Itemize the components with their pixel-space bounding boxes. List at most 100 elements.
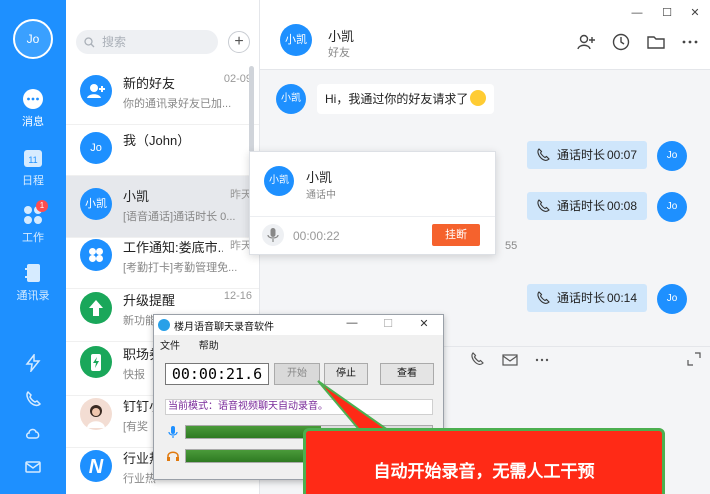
microphone-icon bbox=[168, 426, 178, 438]
message-text: Hi，我通过你的好友请求了 bbox=[325, 92, 469, 106]
popup-divider bbox=[250, 216, 495, 217]
stop-button[interactable]: 停止 bbox=[324, 363, 368, 385]
maximize-icon[interactable]: ☐ bbox=[660, 6, 674, 20]
rail-item-calendar[interactable]: 11 日程 bbox=[0, 147, 66, 188]
rail-item-label: 消息 bbox=[22, 116, 44, 128]
conversation-preview: 你的通讯录好友已加... bbox=[123, 98, 232, 110]
maximize-icon[interactable]: ☐ bbox=[380, 317, 396, 330]
timestamp-fragment: 55 bbox=[505, 240, 518, 252]
conversation-name: 小凯 bbox=[123, 189, 150, 204]
clover-icon bbox=[80, 239, 112, 271]
contacts-icon bbox=[25, 264, 40, 282]
my-avatar: Jo bbox=[657, 192, 687, 222]
call-record[interactable]: 通话时长 00:14 bbox=[527, 284, 647, 312]
rail-item-messages[interactable]: 消息 bbox=[0, 88, 66, 129]
left-rail: Jo 消息 11 日程 1 工作 通讯录 bbox=[0, 0, 66, 494]
search-icon bbox=[84, 37, 95, 48]
contact-avatar[interactable]: 小凯 bbox=[276, 84, 306, 114]
phone-icon bbox=[537, 291, 550, 304]
my-avatar: Jo bbox=[657, 141, 687, 171]
lightning-icon[interactable] bbox=[24, 354, 42, 372]
add-contact-icon bbox=[80, 75, 112, 107]
callout-banner: 自动开始录音，无需人工干预 bbox=[303, 428, 665, 494]
user-avatar[interactable]: Jo bbox=[13, 19, 53, 59]
menu-help[interactable]: 帮助 bbox=[199, 341, 219, 352]
conversation-item[interactable]: 新的好友 你的通讯录好友已加... 02-09 bbox=[66, 63, 259, 125]
caller-name: 小凯 bbox=[306, 170, 333, 185]
menu-file[interactable]: 文件 bbox=[160, 341, 180, 352]
phone-icon bbox=[537, 148, 550, 161]
call-record[interactable]: 通话时长 00:07 bbox=[527, 141, 647, 169]
expand-icon[interactable] bbox=[687, 352, 701, 366]
phone-icon bbox=[537, 199, 550, 212]
add-button[interactable]: + bbox=[228, 31, 250, 53]
recorder-menu: 文件 帮助 bbox=[160, 337, 235, 352]
chat-header: 小凯 小凯 好友 — ☐ ✕ bbox=[260, 0, 710, 70]
recorder-titlebar[interactable]: 楼月语音聊天录音软件 — ☐ ✕ bbox=[154, 315, 443, 335]
conversation-time: 12-16 bbox=[223, 290, 252, 302]
minimize-icon[interactable]: — bbox=[344, 317, 360, 329]
call-duration: 00:08 bbox=[606, 199, 637, 213]
conversation-avatar: 小凯 bbox=[80, 188, 112, 220]
folder-icon[interactable] bbox=[646, 32, 666, 52]
conversation-name: 工作通知:娄底市... bbox=[123, 240, 223, 255]
conversation-avatar: Jo bbox=[80, 132, 112, 164]
recorder-title: 楼月语音聊天录音软件 bbox=[174, 322, 274, 333]
minimize-icon[interactable]: — bbox=[630, 6, 644, 20]
call-label: 通话时长 bbox=[557, 291, 606, 305]
rail-item-work[interactable]: 1 工作 bbox=[0, 200, 66, 245]
call-status: 通话中 bbox=[306, 190, 336, 201]
conversation-preview: [语音通话]通话时长 0... bbox=[123, 211, 236, 223]
smile-emoji-icon bbox=[470, 90, 487, 106]
rail-item-label: 日程 bbox=[22, 175, 44, 187]
svg-text:11: 11 bbox=[28, 155, 37, 165]
mic-level-fill bbox=[186, 426, 322, 438]
add-user-icon[interactable] bbox=[576, 32, 596, 52]
contact-avatar[interactable]: 小凯 bbox=[280, 24, 312, 56]
contact-name: 小凯 bbox=[328, 29, 355, 44]
start-button[interactable]: 开始 bbox=[274, 363, 320, 385]
search-input[interactable]: 搜索 bbox=[76, 30, 218, 54]
clock-icon[interactable] bbox=[611, 32, 631, 52]
mail-icon[interactable] bbox=[24, 458, 42, 476]
call-label: 通话时长 bbox=[557, 199, 606, 213]
n-logo-icon: N bbox=[80, 450, 112, 482]
conversation-preview: [考勤打卡]考勤管理免... bbox=[123, 262, 238, 274]
speaker-level-fill bbox=[186, 450, 322, 462]
callout-text: 自动开始录音，无需人工干预 bbox=[373, 462, 595, 481]
chat-bubble-icon bbox=[23, 89, 43, 109]
call-popup: 小凯 小凯 通话中 00:00:22 挂断 bbox=[249, 151, 496, 255]
incoming-message: Hi，我通过你的好友请求了 bbox=[317, 84, 495, 114]
view-button[interactable]: 查看 bbox=[380, 363, 434, 385]
battery-icon bbox=[80, 346, 112, 378]
conversation-name: 新的好友 bbox=[123, 76, 176, 91]
call-duration: 00:07 bbox=[606, 148, 637, 162]
cloud-icon[interactable] bbox=[24, 424, 42, 442]
recording-timer: 00:00:21.6 bbox=[165, 363, 269, 385]
rail-item-label: 工作 bbox=[22, 232, 44, 244]
mode-status: 当前模式：语音视频聊天自动录音。 bbox=[165, 399, 433, 415]
upgrade-icon bbox=[80, 292, 112, 324]
conversation-name: 我（John） bbox=[123, 133, 191, 148]
caller-avatar: 小凯 bbox=[264, 166, 294, 196]
mail-icon[interactable] bbox=[502, 353, 518, 367]
person-photo-icon bbox=[80, 398, 112, 430]
rail-item-contacts[interactable]: 通讯录 bbox=[0, 262, 66, 303]
recorder-logo-icon bbox=[158, 319, 170, 331]
hangup-button[interactable]: 挂断 bbox=[432, 224, 480, 246]
microphone-icon[interactable] bbox=[262, 224, 284, 246]
conversation-name: 升级提醒 bbox=[123, 293, 176, 308]
conversation-item[interactable]: Jo 我（John） bbox=[66, 120, 259, 176]
my-avatar: Jo bbox=[657, 284, 687, 314]
close-icon[interactable]: ✕ bbox=[688, 6, 702, 20]
rail-item-label: 通讯录 bbox=[16, 290, 50, 302]
call-timer: 00:00:22 bbox=[293, 229, 340, 243]
phone-sync-icon[interactable] bbox=[24, 390, 42, 408]
call-toolbar-icon[interactable] bbox=[470, 352, 486, 368]
more-icon[interactable] bbox=[534, 352, 550, 368]
call-duration: 00:14 bbox=[606, 291, 637, 305]
call-label: 通话时长 bbox=[557, 148, 606, 162]
call-record[interactable]: 通话时长 00:08 bbox=[527, 192, 647, 220]
close-icon[interactable]: ✕ bbox=[416, 317, 432, 330]
more-icon[interactable] bbox=[680, 32, 700, 52]
